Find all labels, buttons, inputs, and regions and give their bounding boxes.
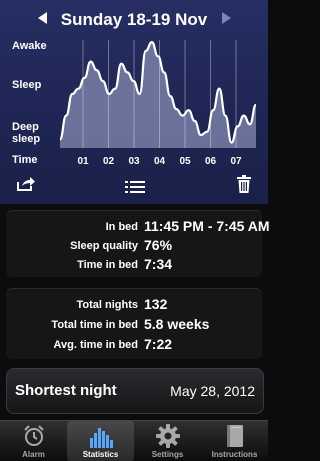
tab-alarm[interactable]: Alarm [0, 421, 67, 461]
stat-row-time: Time in bed 7:34 [6, 255, 262, 273]
total-nights-value: 132 [144, 296, 168, 312]
tab-label-statistics: Statistics [82, 450, 119, 459]
axis-label-time: Time [12, 154, 38, 166]
axis-label-deep: Deep [12, 121, 39, 133]
list-icon[interactable] [125, 180, 145, 198]
totals-section: Total nights 132 Total time in bed 5.8 w… [6, 288, 262, 359]
hour-tick-label: 05 [179, 156, 191, 167]
hour-tick-label: 07 [230, 156, 242, 167]
avg-time-label: Avg. time in bed [53, 339, 138, 351]
axis-label-deep-sleep: sleep [12, 133, 41, 145]
axis-label-awake: Awake [12, 40, 47, 52]
tab-label-instructions: Instructions [211, 450, 258, 459]
shortest-night-date: May 28, 2012 [170, 383, 255, 399]
stat-row-quality: Sleep quality 76% [6, 236, 262, 254]
total-nights-label: Total nights [76, 299, 138, 311]
bar-chart-icon [90, 428, 113, 448]
sleep-graph-panel: Sunday 18-19 Nov 01 02 03 04 05 06 07 Awake Sl… [0, 0, 268, 204]
gear-icon [156, 424, 180, 448]
book-icon [227, 425, 243, 447]
tab-statistics[interactable]: Statistics [67, 421, 134, 461]
tab-label-alarm: Alarm [22, 450, 45, 459]
time-in-bed-label: Time in bed [77, 259, 138, 271]
hour-tick-label: 01 [77, 156, 89, 167]
total-time-value: 5.8 weeks [144, 316, 210, 332]
sleep-area [60, 42, 256, 148]
stat-row-total-time: Total time in bed 5.8 weeks [6, 315, 262, 333]
shortest-night-label: Shortest night [15, 382, 117, 399]
sleep-graph: 01 02 03 04 05 06 07 [58, 40, 258, 167]
hour-tick-label: 02 [103, 156, 115, 167]
sleep-quality-value: 76% [144, 237, 173, 253]
stat-row-in-bed: In bed 11:45 PM - 7:45 AM [6, 217, 270, 235]
tab-bar: Alarm Statistics Settings Instructions [0, 420, 268, 461]
stat-row-total-nights: Total nights 132 [6, 295, 262, 313]
axis-label-sleep: Sleep [12, 79, 42, 91]
stat-row-avg-time: Avg. time in bed 7:22 [6, 335, 262, 353]
in-bed-value: 11:45 PM - 7:45 AM [144, 218, 270, 234]
night-stats-section: In bed 11:45 PM - 7:45 AM Sleep quality … [6, 210, 270, 277]
sleep-quality-label: Sleep quality [70, 240, 138, 252]
in-bed-label: In bed [105, 221, 138, 233]
hour-tick-label: 03 [128, 156, 140, 167]
alarm-clock-icon [24, 425, 44, 446]
shortest-night-row[interactable]: Shortest night May 28, 2012 [6, 368, 264, 414]
trash-icon[interactable] [237, 175, 251, 198]
total-time-label: Total time in bed [51, 319, 138, 331]
tab-label-settings: Settings [151, 450, 184, 459]
share-icon[interactable] [16, 176, 36, 197]
time-in-bed-value: 7:34 [144, 256, 173, 272]
hour-tick-label: 04 [154, 156, 166, 167]
avg-time-value: 7:22 [144, 336, 173, 352]
hour-tick-label: 06 [205, 156, 217, 167]
tab-instructions[interactable]: Instructions [201, 421, 268, 461]
tab-settings[interactable]: Settings [134, 421, 201, 461]
